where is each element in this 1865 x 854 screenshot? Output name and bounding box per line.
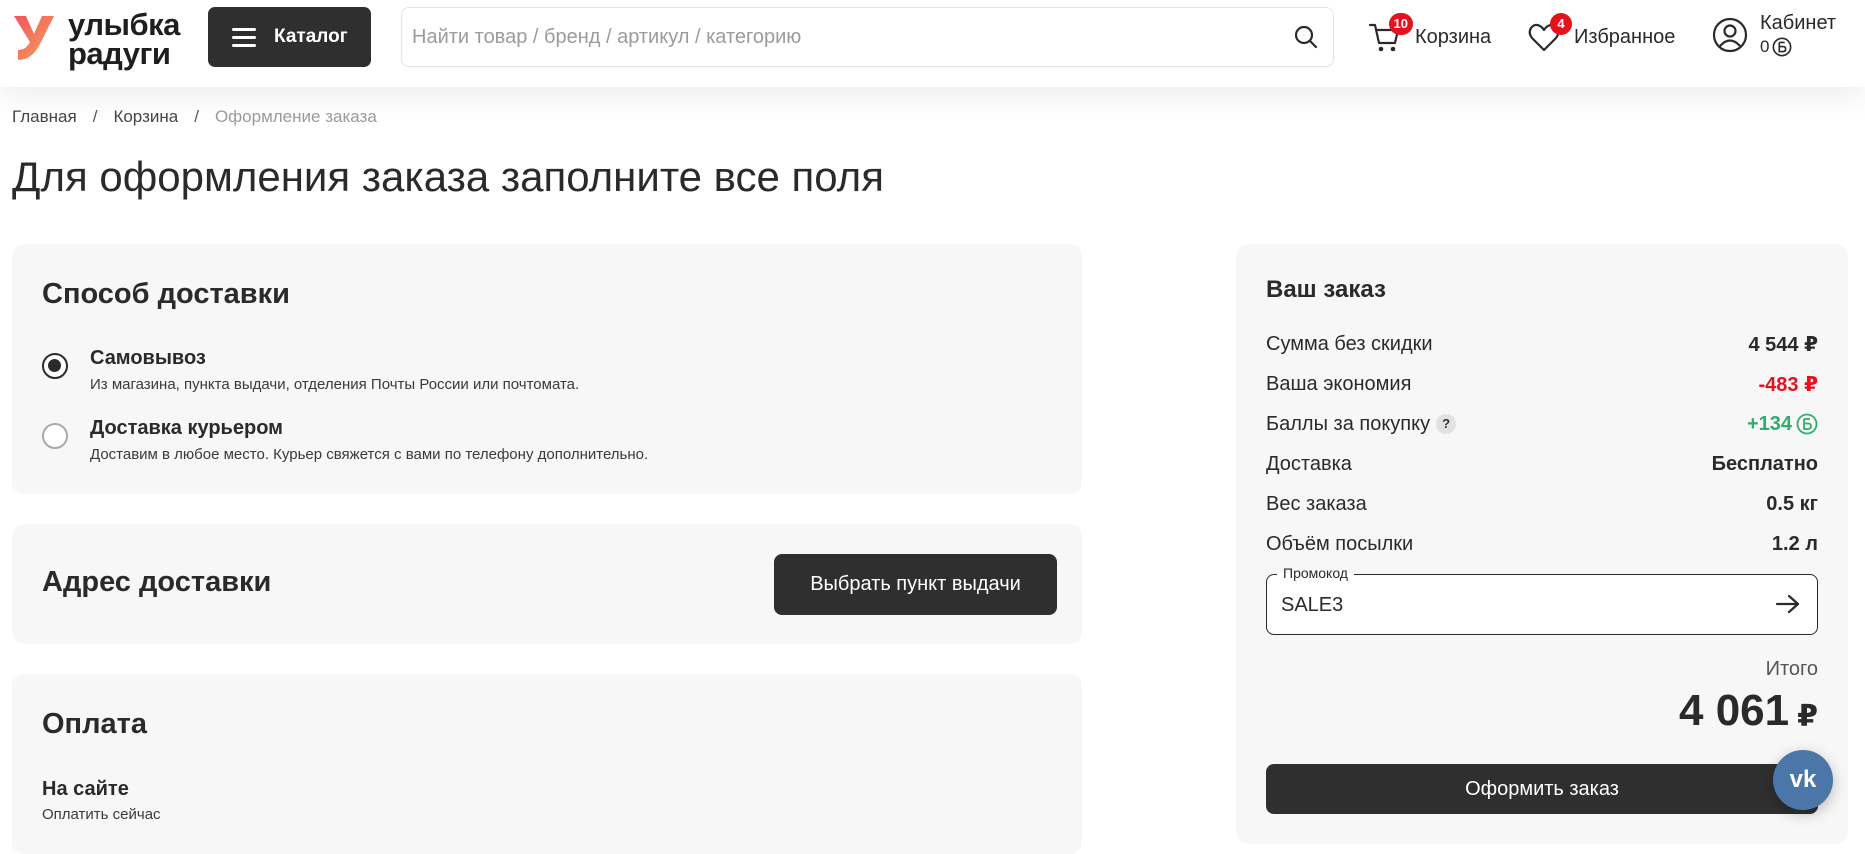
- promo-code-input[interactable]: [1281, 583, 1751, 627]
- breadcrumb-current: Оформление заказа: [214, 107, 377, 126]
- logo-line-2: радуги: [68, 36, 171, 71]
- cabinet-link[interactable]: Кабинет 0: [1712, 10, 1836, 60]
- breadcrumb-separator: /: [92, 107, 98, 126]
- summary-row-label: Баллы за покупку: [1266, 412, 1431, 435]
- bonus-coin-icon: [1773, 37, 1792, 57]
- vk-chat-widget[interactable]: vk: [1773, 750, 1833, 810]
- delivery-option-label: Самовывоз: [90, 347, 206, 369]
- bonus-coin-icon: [1796, 413, 1818, 435]
- menu-icon: [232, 28, 256, 47]
- favorites-count-badge: 4: [1550, 13, 1572, 35]
- summary-row-label: Вес заказа: [1266, 492, 1367, 515]
- summary-row-value: -483 ₽: [1758, 373, 1818, 396]
- summary-row-label: Ваша экономия: [1266, 372, 1412, 395]
- promo-code-label: Промокод: [1277, 565, 1354, 581]
- breadcrumb-cart[interactable]: Корзина: [113, 107, 178, 127]
- arrow-right-icon[interactable]: [1775, 593, 1801, 615]
- radio-courier[interactable]: [42, 423, 68, 449]
- summary-row-savings: Ваша экономия -483 ₽: [1266, 364, 1818, 404]
- radio-pickup[interactable]: [42, 353, 68, 379]
- delivery-method-card: Способ доставки Самовывоз Из магазина, п…: [12, 244, 1082, 494]
- delivery-option-description: Из магазина, пункта выдачи, отделения По…: [90, 376, 580, 393]
- checkout-button[interactable]: Оформить заказ: [1266, 764, 1818, 814]
- summary-row-delivery: Доставка Бесплатно: [1266, 444, 1818, 484]
- order-summary-title: Ваш заказ: [1266, 276, 1386, 303]
- search-box: [401, 7, 1334, 67]
- summary-row-value: 0.5 кг: [1766, 492, 1818, 515]
- summary-row-weight: Вес заказа 0.5 кг: [1266, 484, 1818, 524]
- delivery-option-courier[interactable]: Доставка курьером Доставим в любое место…: [42, 417, 648, 463]
- choose-pickup-point-button[interactable]: Выбрать пункт выдачи: [774, 554, 1057, 615]
- user-icon: [1712, 17, 1748, 53]
- breadcrumb-home[interactable]: Главная: [12, 107, 77, 127]
- page-title: Для оформления заказа заполните все поля: [12, 153, 884, 200]
- total-currency: ₽: [1797, 700, 1818, 733]
- summary-row-value: +134: [1746, 412, 1792, 435]
- delivery-option-label: Доставка курьером: [90, 417, 283, 439]
- delivery-method-title: Способ доставки: [42, 278, 290, 310]
- site-header: улыбка радуги Каталог 10 Корзина: [0, 0, 1865, 87]
- catalog-button-label: Каталог: [274, 26, 348, 47]
- breadcrumb-separator: /: [194, 107, 199, 126]
- cabinet-points-value: 0: [1760, 37, 1770, 56]
- cabinet-points: 0: [1760, 35, 1836, 59]
- cart-icon: 10: [1367, 13, 1413, 55]
- delivery-address-title: Адрес доставки: [42, 566, 272, 598]
- delivery-address-card: Адрес доставки Выбрать пункт выдачи: [12, 524, 1082, 644]
- summary-row-points: Баллы за покупку ? +134: [1266, 404, 1818, 444]
- total-label: Итого: [1765, 658, 1818, 680]
- delivery-option-pickup[interactable]: Самовывоз Из магазина, пункта выдачи, от…: [42, 347, 579, 393]
- cart-link[interactable]: 10 Корзина: [1367, 12, 1491, 62]
- total-value: 4 061: [1679, 686, 1790, 735]
- payment-title: Оплата: [42, 708, 147, 740]
- summary-row-subtotal: Сумма без скидки 4 544 ₽: [1266, 324, 1818, 364]
- logo[interactable]: улыбка радуги: [12, 7, 192, 71]
- catalog-button[interactable]: Каталог: [208, 7, 371, 67]
- summary-row-label: Объём посылки: [1266, 532, 1414, 555]
- payment-option-label: На сайте: [42, 778, 129, 800]
- search-input[interactable]: [412, 8, 1272, 66]
- delivery-option-description: Доставим в любое место. Курьер свяжется …: [90, 446, 649, 463]
- cabinet-label: Кабинет: [1760, 12, 1837, 34]
- order-summary-rows: Сумма без скидки 4 544 ₽ Ваша экономия -…: [1266, 324, 1818, 564]
- help-icon[interactable]: ?: [1436, 414, 1457, 434]
- cart-label: Корзина: [1415, 25, 1492, 48]
- payment-option-description: Оплатить сейчас: [42, 806, 161, 823]
- summary-row-value: 4 544 ₽: [1748, 333, 1818, 356]
- logo-text: улыбка радуги: [68, 7, 180, 71]
- summary-row-value: Бесплатно: [1711, 452, 1818, 475]
- favorites-link[interactable]: 4 Избранное: [1526, 12, 1675, 62]
- logo-line-1: улыбка: [68, 7, 180, 42]
- order-summary-card: Ваш заказ Сумма без скидки 4 544 ₽ Ваша …: [1236, 244, 1848, 844]
- promo-code-field: Промокод: [1266, 565, 1818, 635]
- summary-row-label-wrap: Баллы за покупку ?: [1266, 412, 1457, 436]
- summary-row-volume: Объём посылки 1.2 л: [1266, 524, 1818, 564]
- vk-icon: vk: [1789, 766, 1817, 793]
- cart-count-badge: 10: [1388, 13, 1413, 35]
- logo-mark-icon: [14, 16, 54, 60]
- payment-card: Оплата На сайте Оплатить сейчас: [12, 674, 1082, 854]
- heart-icon: 4: [1526, 13, 1572, 55]
- summary-row-value: 1.2 л: [1771, 532, 1818, 555]
- search-icon[interactable]: [1293, 24, 1319, 50]
- payment-option-online[interactable]: На сайте Оплатить сейчас: [42, 778, 161, 823]
- favorites-label: Избранное: [1574, 25, 1676, 48]
- summary-row-value-wrap: +134: [1747, 413, 1818, 436]
- summary-row-label: Доставка: [1266, 452, 1352, 475]
- summary-row-label: Сумма без скидки: [1266, 332, 1433, 355]
- total-amount: 4 061 ₽: [1679, 686, 1818, 736]
- breadcrumb: Главная / Корзина / Оформление заказа: [12, 107, 377, 127]
